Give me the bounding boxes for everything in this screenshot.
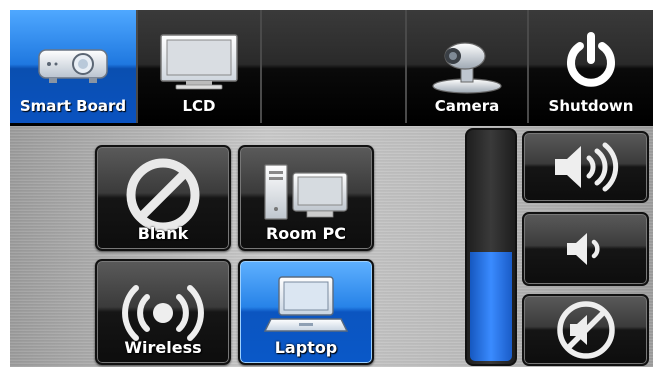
- wireless-button[interactable]: Wireless: [95, 259, 231, 365]
- top-tab-bar: Smart Board LCD Camera Shutdown: [10, 10, 653, 123]
- camera-icon: [432, 42, 502, 94]
- tab-camera[interactable]: Camera: [407, 10, 529, 123]
- power-icon: [567, 32, 615, 87]
- source-label: Blank: [137, 224, 189, 243]
- tab-smart-board[interactable]: Smart Board: [10, 10, 138, 123]
- volume-down-icon: [566, 233, 600, 265]
- blank-icon: [126, 158, 200, 232]
- mute-icon: [556, 301, 615, 359]
- monitor-icon: [160, 34, 238, 90]
- desktop-pc-icon: [264, 164, 348, 220]
- laptop-button[interactable]: Laptop: [238, 259, 374, 365]
- source-label: Wireless: [124, 338, 202, 357]
- wireless-icon: [122, 285, 204, 341]
- tab-label: Shutdown: [548, 97, 634, 115]
- volume-up-button[interactable]: [522, 131, 649, 203]
- source-panel: Blank Room PC Wireless Laptop: [10, 126, 653, 367]
- tab-label: Smart Board: [19, 97, 127, 115]
- tab-lcd[interactable]: LCD: [138, 10, 262, 123]
- blank-button[interactable]: Blank: [95, 145, 231, 251]
- volume-level-fill: [470, 252, 512, 361]
- tab-label: Camera: [434, 97, 500, 115]
- tab-shutdown[interactable]: Shutdown: [529, 10, 653, 123]
- volume-down-button[interactable]: [522, 212, 649, 286]
- projector-icon: [38, 49, 108, 83]
- source-label: Room PC: [265, 224, 346, 243]
- control-panel: Smart Board LCD Camera Shutdown Blank Ro…: [10, 10, 653, 367]
- mute-button[interactable]: [522, 294, 649, 366]
- volume-up-icon: [554, 142, 618, 192]
- tab-label: LCD: [182, 97, 216, 115]
- source-label: Laptop: [274, 338, 338, 357]
- volume-level-bar[interactable]: [465, 128, 517, 366]
- laptop-icon: [263, 276, 349, 332]
- room-pc-button[interactable]: Room PC: [238, 145, 374, 251]
- tab-empty[interactable]: [262, 10, 407, 123]
